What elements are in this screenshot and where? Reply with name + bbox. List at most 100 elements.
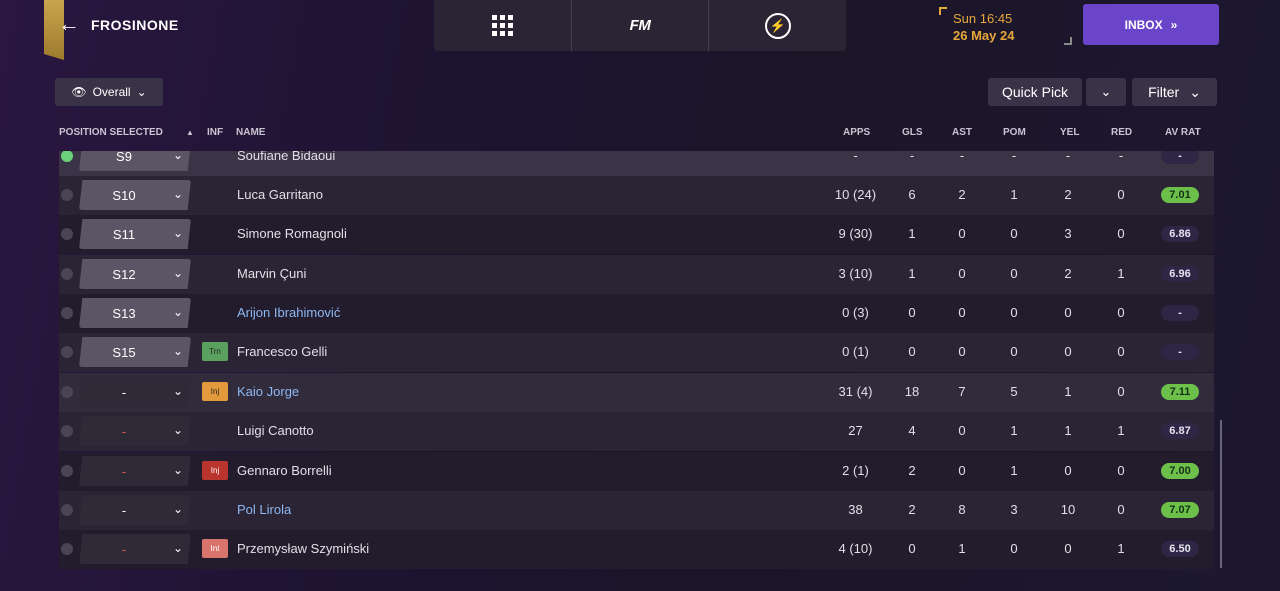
stat-red: 1 (1117, 541, 1125, 556)
col-red[interactable]: RED (1111, 127, 1132, 138)
player-name[interactable]: Kaio Jorge (237, 384, 299, 399)
back-arrow-icon[interactable]: ← (58, 13, 80, 35)
stat-pom: 0 (1010, 226, 1018, 241)
position-dropdown[interactable]: - ⌄ (79, 495, 191, 525)
player-name[interactable]: Gennaro Borrelli (237, 463, 332, 478)
position-dropdown[interactable]: - ⌄ (79, 534, 191, 564)
stat-pom: 1 (1010, 463, 1018, 478)
stat-apps: 9 (30) (838, 226, 873, 241)
quick-pick-label: Quick Pick (1001, 84, 1069, 100)
position-label: S12 (112, 266, 136, 282)
grid-icon (491, 15, 513, 36)
player-name[interactable]: Luigi Canotto (237, 423, 314, 438)
player-name[interactable]: Arijon Ibrahimović (237, 305, 340, 320)
player-name[interactable]: Pol Lirola (237, 502, 291, 517)
stat-ast: - (959, 151, 965, 163)
stat-ast: 1 (958, 541, 966, 556)
chevron-down-icon: ⌄ (172, 502, 183, 516)
col-pom[interactable]: POM (1003, 127, 1026, 138)
view-overall-dropdown[interactable]: 👁 Overall ⌄ (55, 78, 163, 106)
scrollbar[interactable] (1220, 420, 1222, 568)
menu-grid-button[interactable] (434, 0, 572, 51)
position-dropdown[interactable]: S11 ⌄ (79, 219, 191, 249)
table-row[interactable]: S10 ⌄ Luca Garritano 10 (24) 6 2 1 2 0 7.01 (59, 176, 1214, 215)
col-yel[interactable]: YEL (1060, 127, 1079, 138)
inbox-button[interactable]: INBOX » (1083, 4, 1219, 45)
stat-pom: 1 (1010, 423, 1018, 438)
table-row[interactable]: - ⌄ Inj Gennaro Borrelli 2 (1) 2 0 1 0 0 7.00 (59, 452, 1214, 491)
stat-red: 1 (1117, 266, 1125, 281)
select-checkbox[interactable] (61, 307, 73, 319)
col-ast[interactable]: AST (952, 127, 972, 138)
select-checkbox[interactable] (61, 543, 73, 555)
select-checkbox[interactable] (61, 268, 73, 280)
overall-label: Overall (92, 85, 131, 99)
stat-pom: 0 (1010, 344, 1018, 359)
double-chevron-right-icon: » (1170, 17, 1178, 32)
quick-pick-button[interactable]: Quick Pick (988, 78, 1082, 106)
select-checkbox[interactable] (61, 151, 73, 162)
table-row[interactable]: S9 ⌄ Soufiane Bidaoui - - - - - - - (59, 151, 1214, 176)
table-row[interactable]: S12 ⌄ Marvin Çuni 3 (10) 1 0 0 2 1 6.96 (59, 255, 1214, 294)
player-name[interactable]: Simone Romagnoli (237, 226, 347, 241)
chevron-down-icon: ⌄ (172, 463, 183, 477)
select-checkbox[interactable] (61, 189, 73, 201)
stat-gls: 2 (908, 463, 916, 478)
fm-home-button[interactable]: FM (572, 0, 710, 51)
rating-badge: - (1161, 344, 1199, 360)
table-row[interactable]: S13 ⌄ Arijon Ibrahimović 0 (3) 0 0 0 0 0 - (59, 294, 1214, 333)
player-name[interactable]: Przemysław Szymiński (237, 541, 369, 556)
info-badge[interactable]: Int (202, 539, 228, 558)
table-row[interactable]: - ⌄ Pol Lirola 38 2 8 3 10 0 7.07 (59, 491, 1214, 530)
position-label: S13 (112, 305, 136, 321)
player-name[interactable]: Marvin Çuni (237, 266, 306, 281)
position-dropdown[interactable]: S10 ⌄ (79, 180, 191, 210)
quick-pick-dropdown[interactable]: ⌄ (1086, 78, 1126, 106)
select-checkbox[interactable] (61, 425, 73, 437)
select-checkbox[interactable] (61, 346, 73, 358)
stat-gls: 0 (908, 305, 916, 320)
table-row[interactable]: - ⌄ Int Przemysław Szymiński 4 (10) 0 1 0 0 1 6.50 (59, 530, 1214, 569)
position-dropdown[interactable]: S15 ⌄ (79, 337, 191, 367)
stat-red: 0 (1117, 187, 1125, 202)
info-badge[interactable]: Inj (202, 461, 228, 480)
select-checkbox[interactable] (61, 504, 73, 516)
player-name[interactable]: Soufiane Bidaoui (237, 151, 335, 163)
col-gls[interactable]: GLS (902, 127, 923, 138)
position-dropdown[interactable]: - ⌄ (79, 377, 191, 407)
stat-apps: 31 (4) (838, 384, 873, 399)
position-dropdown[interactable]: - ⌄ (79, 416, 191, 446)
select-checkbox[interactable] (61, 386, 73, 398)
stat-gls: 2 (908, 502, 916, 517)
date-time-display[interactable]: Sun 16:45 26 May 24 (939, 7, 1072, 45)
col-name[interactable]: NAME (236, 127, 265, 138)
stat-apps: 27 (848, 423, 863, 438)
position-dropdown[interactable]: - ⌄ (79, 456, 191, 486)
select-checkbox[interactable] (61, 228, 73, 240)
table-row[interactable]: - ⌄ Luigi Canotto 27 4 0 1 1 1 6.87 (59, 412, 1214, 451)
player-name[interactable]: Luca Garritano (237, 187, 323, 202)
quick-actions-button[interactable]: ⚡ (709, 0, 846, 51)
table-row[interactable]: - ⌄ Inj Kaio Jorge 31 (4) 18 7 5 1 0 7.11 (59, 373, 1214, 412)
position-dropdown[interactable]: S9 ⌄ (79, 151, 191, 171)
chevron-down-icon: ⌄ (172, 305, 183, 319)
table-row[interactable]: S11 ⌄ Simone Romagnoli 9 (30) 1 0 0 3 0 6.86 (59, 215, 1214, 254)
col-av-rat[interactable]: AV RAT (1165, 127, 1201, 138)
player-name[interactable]: Francesco Gelli (237, 344, 327, 359)
position-dropdown[interactable]: S13 ⌄ (79, 298, 191, 328)
position-label: S9 (116, 151, 132, 164)
info-badge[interactable]: Inj (202, 382, 228, 401)
position-dropdown[interactable]: S12 ⌄ (79, 259, 191, 289)
col-inf[interactable]: INF (207, 127, 223, 138)
stat-yel: 2 (1064, 187, 1072, 202)
stat-apps: 10 (24) (834, 187, 877, 202)
rating-badge: 6.96 (1161, 266, 1199, 282)
select-checkbox[interactable] (61, 465, 73, 477)
filter-dropdown[interactable]: Filter ⌄ (1132, 78, 1217, 106)
stat-yel: 1 (1064, 384, 1072, 399)
col-apps[interactable]: APPS (843, 127, 870, 138)
info-badge[interactable]: Trn (202, 342, 228, 361)
stat-gls: 18 (904, 384, 920, 399)
table-row[interactable]: S15 ⌄ Trn Francesco Gelli 0 (1) 0 0 0 0 0 - (59, 333, 1214, 372)
col-position-selected[interactable]: POSITION SELECTED (59, 127, 163, 138)
